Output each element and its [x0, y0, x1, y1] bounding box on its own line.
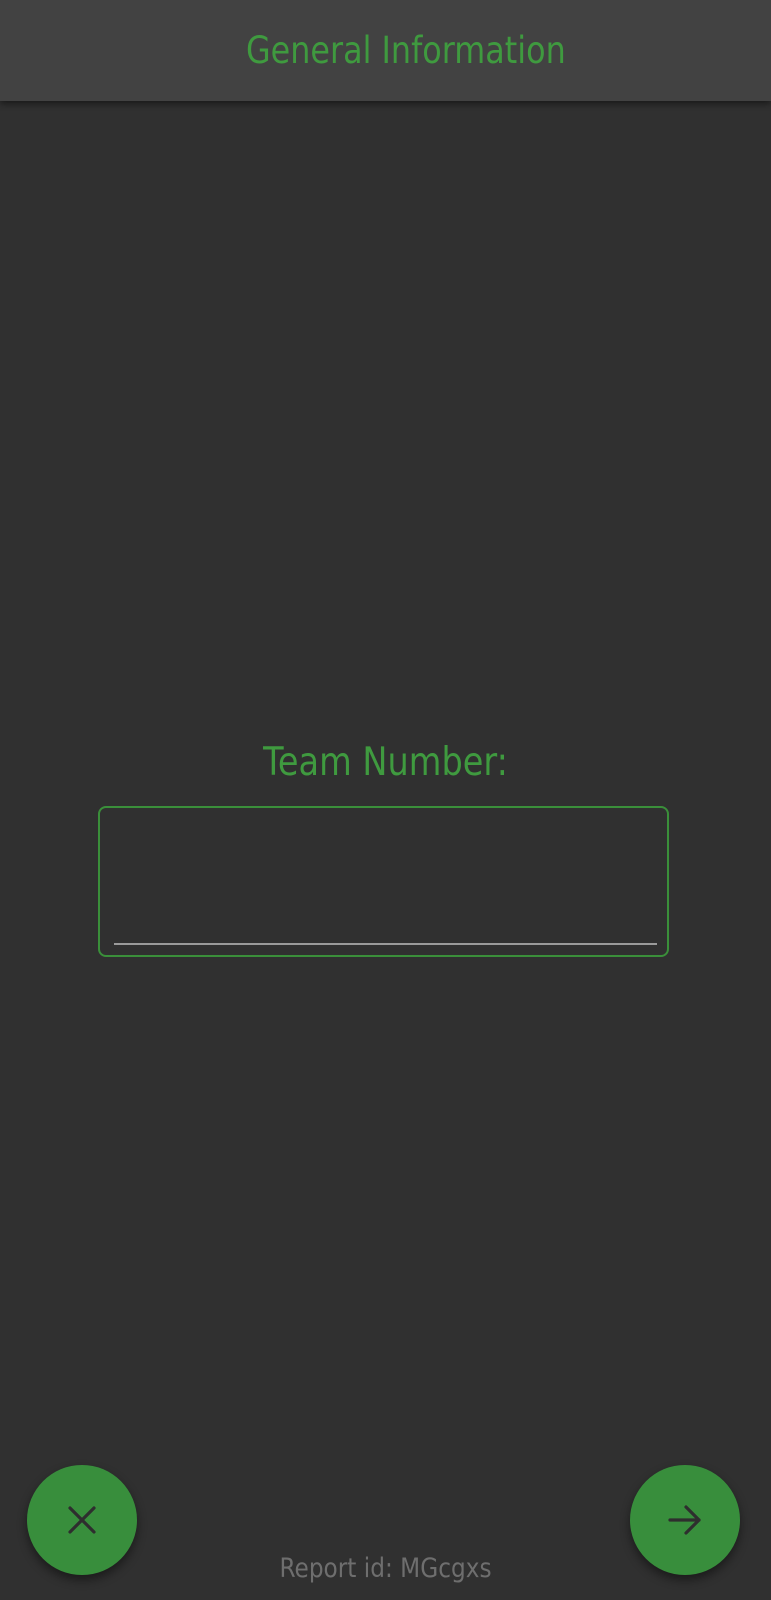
- team-number-input[interactable]: [114, 822, 655, 932]
- input-underline: [114, 943, 657, 945]
- app-bar: General Information: [0, 0, 771, 101]
- arrow-right-icon: [667, 1502, 703, 1538]
- report-id: Report id: MGcgxs: [279, 1553, 492, 1584]
- page-title: General Information: [245, 29, 566, 72]
- team-number-field[interactable]: [98, 806, 669, 957]
- screen: General Information Team Number: Report …: [0, 0, 771, 1600]
- team-number-label: Team Number:: [263, 740, 508, 785]
- close-icon: [65, 1503, 99, 1537]
